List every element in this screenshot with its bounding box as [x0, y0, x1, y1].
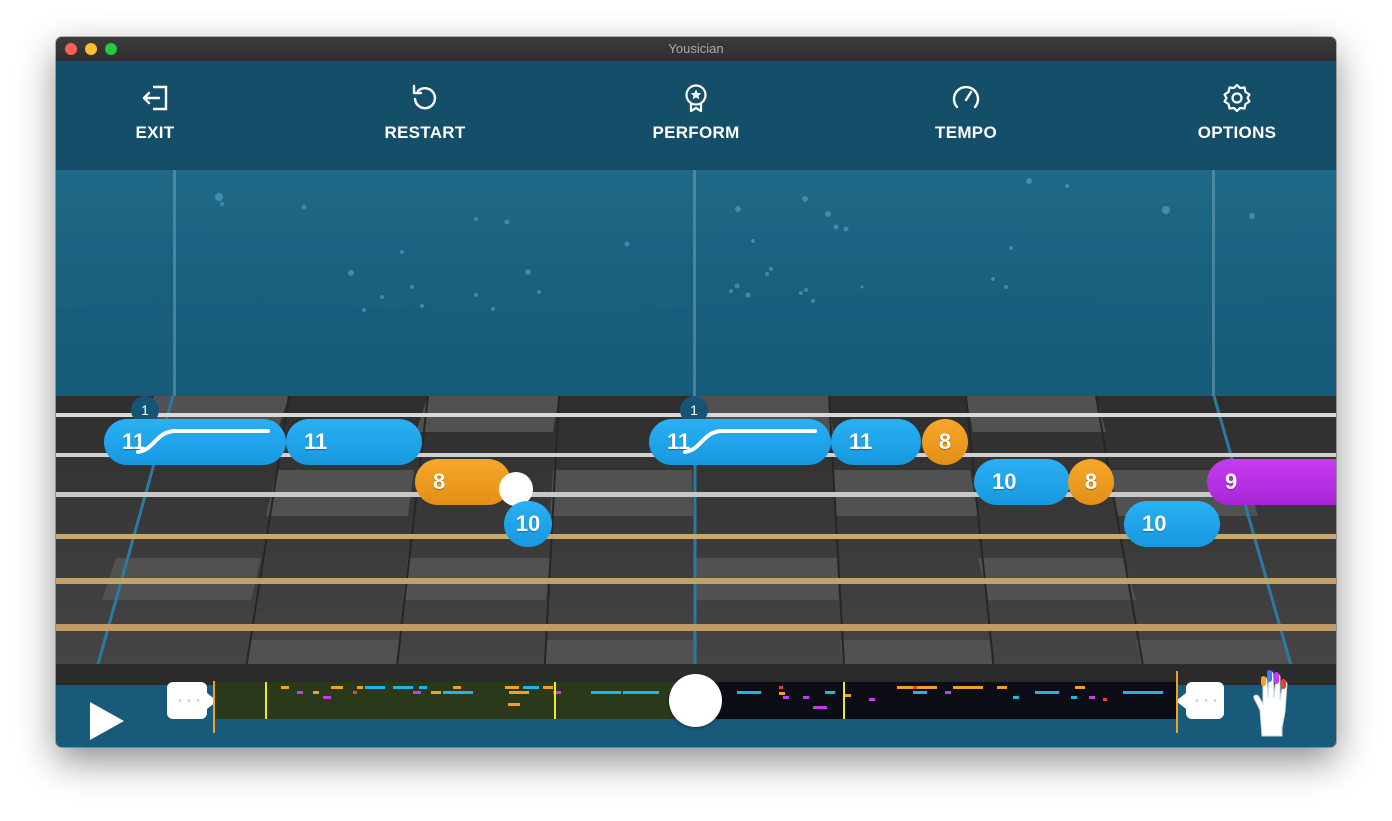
hand-icon[interactable]	[1250, 668, 1298, 738]
tempo-label: TEMPO	[935, 123, 997, 142]
exit-icon	[142, 85, 168, 111]
note-fret-11: 11	[286, 419, 422, 465]
perform-icon	[685, 84, 707, 113]
loop-end-handle[interactable]: • • •	[1176, 682, 1224, 719]
toolbar: EXIT RESTART PERFORM TEMPO OPTIONS	[56, 61, 1336, 170]
note-fret-10: 10	[1124, 501, 1220, 547]
note-fret-11: 11	[831, 419, 921, 465]
bend-curve-icon	[136, 429, 270, 454]
loop-end-line	[1176, 671, 1178, 733]
loop-start-line	[213, 681, 215, 733]
exit-button[interactable]: EXIT	[75, 61, 235, 170]
restart-label: RESTART	[384, 123, 466, 142]
options-icon	[1223, 83, 1251, 113]
bend-curve-icon	[683, 429, 817, 454]
note-fret-8: 8	[922, 419, 968, 465]
exit-label: EXIT	[135, 123, 175, 142]
app-window: Yousician EXIT RESTART PERFORM TEMPO OPT…	[56, 37, 1336, 747]
options-label: OPTIONS	[1197, 123, 1277, 142]
tempo-icon	[952, 85, 980, 109]
options-button[interactable]: OPTIONS	[1157, 61, 1317, 170]
note-fret-10: 10	[504, 501, 552, 547]
loop-start-handle[interactable]: • • •	[167, 682, 217, 719]
restart-icon	[412, 84, 437, 110]
play-icon[interactable]	[89, 701, 125, 741]
note-fret-8: 8	[415, 459, 511, 505]
note-fret-9: 9	[1207, 459, 1336, 505]
note-fret-10: 10	[974, 459, 1070, 505]
fretboard-stage: 1 11 11 8 10 1 11 11 8 10 8 10 9	[56, 170, 1336, 700]
perform-label: PERFORM	[652, 123, 740, 142]
tempo-button[interactable]: TEMPO	[886, 61, 1046, 170]
perform-button[interactable]: PERFORM	[616, 61, 776, 170]
note-fret-8: 8	[1068, 459, 1114, 505]
restart-button[interactable]: RESTART	[345, 61, 505, 170]
timeline-scrubber[interactable]	[669, 674, 722, 727]
window-title: Yousician	[668, 41, 724, 56]
title-bar: Yousician	[56, 37, 1336, 62]
